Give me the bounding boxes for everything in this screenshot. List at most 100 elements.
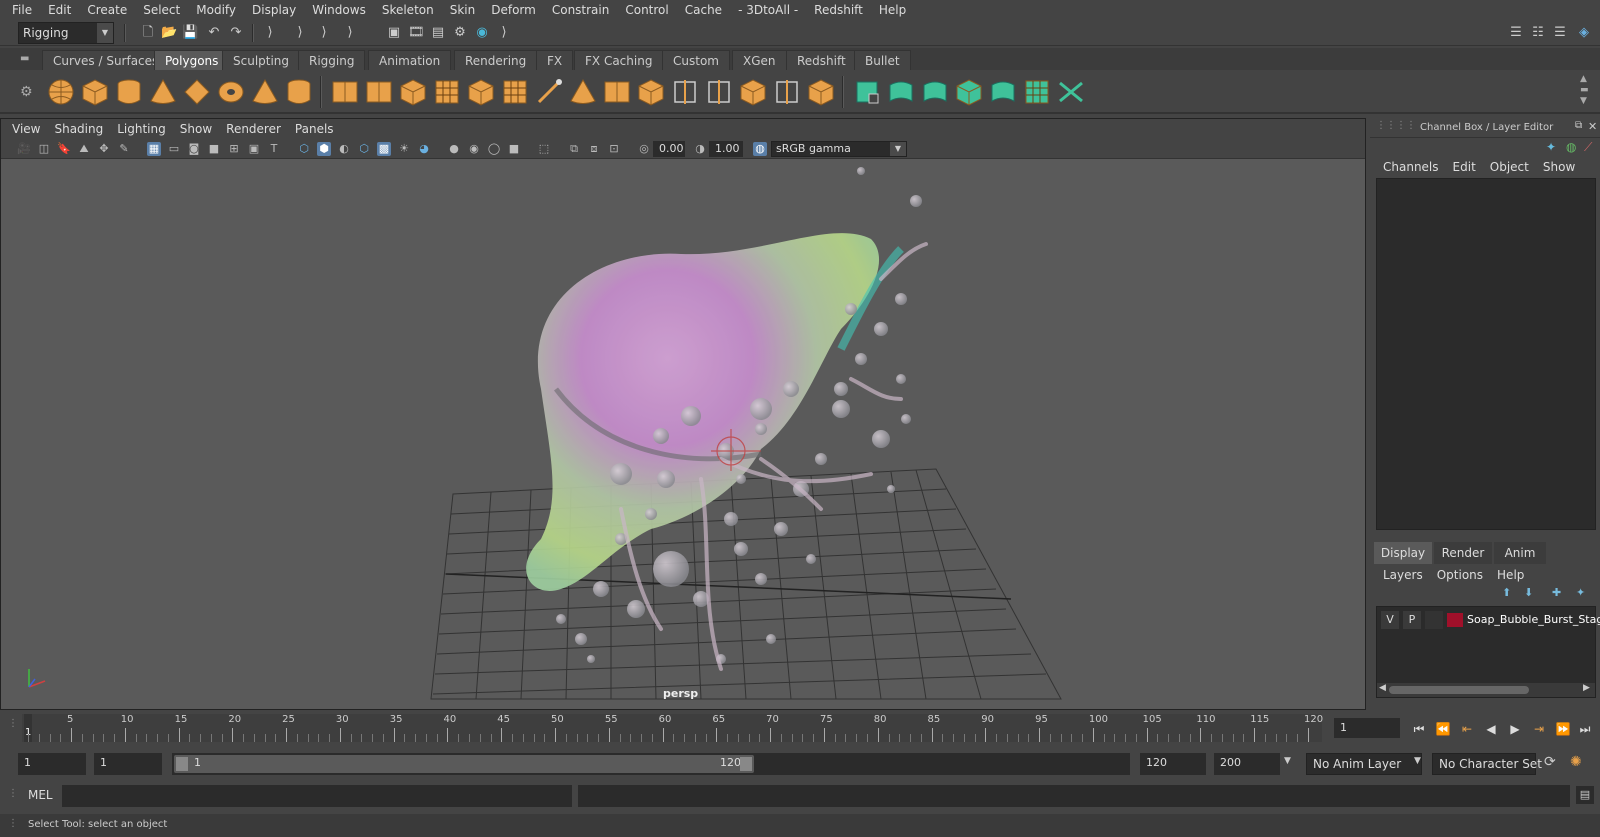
shelf-scroll-icon[interactable]: ▲ ▬ ▼ — [1580, 74, 1589, 107]
menu-item-deform[interactable]: Deform — [483, 0, 544, 20]
wireframe-icon[interactable]: ⬡ — [297, 142, 311, 156]
menu-item-edit[interactable]: Edit — [40, 0, 79, 20]
menu-item-modify[interactable]: Modify — [188, 0, 244, 20]
viewport-menu-lighting[interactable]: Lighting — [110, 122, 173, 136]
channel-box-menu-channels[interactable]: Channels — [1376, 158, 1446, 176]
film-gate-icon[interactable]: ▭ — [167, 142, 181, 156]
shelf-tab-rigging[interactable]: Rigging — [298, 50, 366, 70]
poly-cube-icon[interactable] — [80, 77, 110, 107]
save-scene-icon[interactable]: 💾 — [182, 25, 198, 41]
bevel-icon[interactable] — [466, 77, 496, 107]
camera-icon[interactable]: 🎥 — [17, 142, 31, 156]
view-transform-dropdown[interactable]: sRGB gamma ▼ — [771, 141, 907, 157]
combine-icon[interactable] — [330, 77, 360, 107]
gear-icon[interactable]: ⚙ — [20, 84, 33, 100]
go-to-start-icon[interactable]: ⏮ — [1410, 720, 1428, 738]
grid-icon[interactable]: ▦ — [147, 142, 161, 156]
uv-editor-icon[interactable] — [806, 77, 836, 107]
drag-handle-icon[interactable]: ⋮⋮⋮⋮ — [1376, 120, 1416, 131]
command-input[interactable] — [62, 785, 572, 807]
bridge-icon[interactable] — [500, 77, 530, 107]
menu-item-skin[interactable]: Skin — [442, 0, 484, 20]
shadows-icon[interactable]: ◕ — [417, 142, 431, 156]
collapse-arrow-icon[interactable]: ⟩ — [316, 25, 332, 41]
shelf-menu-icon[interactable]: ▬ — [20, 53, 29, 64]
layer-scrollbar[interactable]: ◀ ▶ — [1377, 683, 1595, 697]
smooth-icon[interactable] — [432, 77, 462, 107]
range-bar[interactable]: 1 120 — [174, 755, 754, 773]
poly-pipe-icon[interactable] — [284, 77, 314, 107]
menu-item-constrain[interactable]: Constrain — [544, 0, 618, 20]
3d-viewport[interactable]: persp — [1, 159, 1365, 709]
play-backwards-icon[interactable]: ◀ — [1482, 720, 1500, 738]
range-track[interactable]: 1 120 — [172, 753, 1130, 775]
animation-end-field[interactable]: 200 — [1214, 753, 1280, 775]
default-material-icon[interactable]: ◐ — [337, 142, 351, 156]
gamma-field[interactable]: 1.00 — [709, 141, 743, 157]
menu-item-redshift[interactable]: Redshift — [806, 0, 871, 20]
safe-action-icon[interactable]: ▣ — [247, 142, 261, 156]
new-layer-selected-icon[interactable]: ✦ — [1576, 586, 1585, 599]
layer-row[interactable]: V P Soap_Bubble_Burst_Stag — [1379, 611, 1600, 629]
channel-box-icon[interactable]: ◈ — [1576, 25, 1592, 41]
ipr-render-icon[interactable]: ▤ — [430, 25, 446, 41]
textured-icon[interactable]: ▩ — [377, 142, 391, 156]
hypershade-icon[interactable]: ◉ — [474, 25, 490, 41]
spherical-mapping-icon[interactable] — [920, 77, 950, 107]
animation-prefs-icon[interactable]: ✺ — [1570, 754, 1582, 770]
shelf-tab-rendering[interactable]: Rendering — [454, 50, 538, 70]
wireframe-on-shaded-icon[interactable]: ⬡ — [357, 142, 371, 156]
step-forward-key-icon[interactable]: ⇥ — [1530, 720, 1548, 738]
go-to-end-icon[interactable]: ⏭ — [1576, 720, 1594, 738]
menu-item-create[interactable]: Create — [79, 0, 135, 20]
grease-pencil-icon[interactable]: ✎ — [117, 142, 131, 156]
menu-item-3dtoall[interactable]: - 3DtoAll - — [730, 0, 806, 20]
script-editor-icon[interactable]: ▤ — [1576, 786, 1594, 804]
field-chart-icon[interactable]: ⊞ — [227, 142, 241, 156]
shelf-tab-xgen[interactable]: XGen — [732, 50, 787, 70]
collapse-arrow-icon[interactable]: ⟩ — [262, 25, 278, 41]
scroll-right-icon[interactable]: ▶ — [1583, 683, 1590, 693]
scroll-left-icon[interactable]: ◀ — [1379, 683, 1386, 693]
shelf-tab-custom[interactable]: Custom — [662, 50, 730, 70]
automatic-mapping-icon[interactable] — [954, 77, 984, 107]
viewport-menu-shading[interactable]: Shading — [47, 122, 110, 136]
checker-map-icon[interactable] — [1022, 77, 1052, 107]
layer-color-swatch[interactable] — [1447, 613, 1463, 627]
smooth-shade-icon[interactable]: ⬢ — [317, 142, 331, 156]
shelf-tab-fx-caching[interactable]: FX Caching — [574, 50, 664, 70]
menu-item-help[interactable]: Help — [871, 0, 914, 20]
menu-item-control[interactable]: Control — [617, 0, 676, 20]
layer-display-type-toggle[interactable] — [1425, 611, 1443, 629]
viewport-menu-renderer[interactable]: Renderer — [219, 122, 288, 136]
step-back-key-icon[interactable]: ⇤ — [1458, 720, 1476, 738]
chevron-down-icon[interactable]: ▼ — [1284, 756, 1291, 766]
timeline-track[interactable]: 1 5 10 15 20 25 30 35 40 45 50 55 60 65 70 75 80 85 90 95 1… — [22, 714, 1323, 742]
multi-cut-icon[interactable] — [534, 77, 564, 107]
collapse-arrow-icon[interactable]: ⟩ — [292, 25, 308, 41]
lights-icon[interactable]: ☀ — [397, 142, 411, 156]
viewport-menu-view[interactable]: View — [5, 122, 47, 136]
range-end-handle[interactable] — [740, 757, 752, 771]
menu-item-windows[interactable]: Windows — [304, 0, 374, 20]
poly-cylinder-icon[interactable] — [114, 77, 144, 107]
poly-sphere-icon[interactable] — [46, 77, 76, 107]
menu-item-select[interactable]: Select — [135, 0, 188, 20]
anim-layer-dropdown[interactable]: No Anim Layer — [1306, 753, 1422, 775]
redo-icon[interactable]: ↷ — [228, 25, 244, 41]
move-layer-down-icon[interactable]: ⬇ — [1524, 586, 1533, 599]
play-forwards-icon[interactable]: ▶ — [1506, 720, 1524, 738]
cut-uv-icon[interactable] — [1056, 77, 1086, 107]
xray-joints-icon[interactable]: ⧈ — [587, 142, 601, 156]
motion-blur-icon[interactable]: ◉ — [467, 142, 481, 156]
isolate-select-icon[interactable]: ⬚ — [537, 142, 551, 156]
menu-item-skeleton[interactable]: Skeleton — [374, 0, 442, 20]
gate-mask-icon[interactable]: ■ — [207, 142, 221, 156]
poly-pyramid-icon[interactable] — [250, 77, 280, 107]
layer-tab-display[interactable]: Display — [1374, 542, 1432, 564]
layer-visibility-toggle[interactable]: V — [1381, 611, 1399, 629]
anti-aliasing-icon[interactable]: ◯ — [487, 142, 501, 156]
viewport-menu-panels[interactable]: Panels — [288, 122, 341, 136]
auto-key-icon[interactable]: ⟳ — [1544, 754, 1556, 770]
exposure-field[interactable]: 0.00 — [653, 141, 685, 157]
